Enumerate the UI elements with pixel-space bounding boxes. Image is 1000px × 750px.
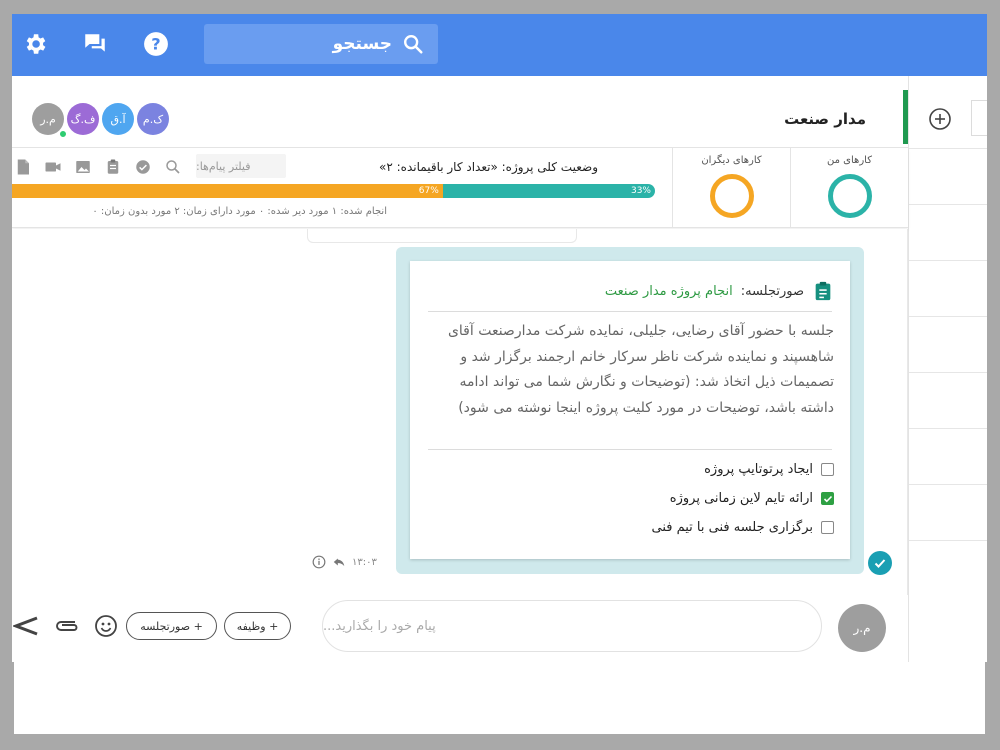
todo-item[interactable]: برگزاری جلسه فنی با تیم فنی bbox=[651, 520, 834, 535]
overall-status: وضعیت کلی پروژه: «تعداد کار باقیمانده: ۲… bbox=[379, 160, 598, 174]
message-input[interactable]: پیام خود را بگذارید... bbox=[322, 600, 822, 652]
image-icon[interactable] bbox=[74, 158, 92, 176]
todo-label: ایجاد پرتوتایپ پروژه bbox=[704, 462, 813, 477]
add-icon[interactable] bbox=[928, 107, 952, 131]
chat-icon[interactable] bbox=[81, 30, 109, 58]
emoji-icon[interactable] bbox=[93, 613, 119, 639]
avatar: م.ر bbox=[838, 604, 886, 652]
project-progress-bar: 67% 33% bbox=[12, 184, 655, 198]
message-meta: ۱۳:۰۳ bbox=[312, 555, 377, 569]
page-bottom-area bbox=[14, 662, 985, 734]
card-header: صورتجلسه: انجام پروژه مدار صنعت bbox=[605, 279, 834, 303]
reply-icon[interactable] bbox=[332, 555, 346, 569]
others-tasks-label: کارهای دیگران bbox=[701, 155, 762, 166]
previous-message-edge bbox=[307, 229, 577, 243]
add-task-button[interactable]: + وظیفه bbox=[224, 612, 291, 640]
avatar[interactable]: ک.م bbox=[137, 103, 169, 135]
rail-item[interactable] bbox=[971, 100, 987, 136]
gear-icon[interactable] bbox=[21, 30, 49, 58]
help-icon[interactable]: ? bbox=[142, 30, 170, 58]
check-circle-icon[interactable] bbox=[134, 158, 152, 176]
divider bbox=[428, 449, 832, 450]
message-filter-input[interactable]: فیلتر پیام‌ها: bbox=[196, 154, 286, 178]
task-counts: انجام شده: ۱ مورد دیر شده: ۰ مورد دارای … bbox=[92, 206, 387, 217]
clipboard-icon[interactable] bbox=[104, 158, 122, 176]
minutes-label: صورتجلسه: bbox=[740, 283, 804, 299]
message-composer: پیام خود را بگذارید... م.ر + وظیفه + صور… bbox=[12, 595, 908, 662]
search-icon[interactable] bbox=[164, 158, 182, 176]
my-tasks-ring bbox=[828, 174, 872, 218]
online-status-dot bbox=[59, 130, 67, 138]
todo-item[interactable]: ارائه تایم لاین زمانی پروژه bbox=[670, 491, 834, 506]
checkbox[interactable] bbox=[821, 463, 834, 476]
svg-text:?: ? bbox=[151, 34, 160, 53]
remaining-progress: 67% bbox=[12, 184, 443, 198]
avatar[interactable]: آ.ق bbox=[102, 103, 134, 135]
search-box[interactable]: جستجو bbox=[204, 24, 438, 64]
others-tasks-ring bbox=[710, 174, 754, 218]
check-icon bbox=[823, 495, 832, 502]
my-tasks-label: کارهای من bbox=[827, 155, 872, 166]
project-title: مدار صنعت bbox=[784, 110, 866, 128]
active-indicator bbox=[903, 90, 908, 144]
todo-item[interactable]: ایجاد پرتوتایپ پروژه bbox=[704, 462, 834, 477]
checkbox[interactable] bbox=[821, 521, 834, 534]
message-time: ۱۳:۰۳ bbox=[352, 556, 377, 568]
clipboard-icon bbox=[815, 281, 831, 301]
app-window: ? جستجو م.ر ف.گ آ.ق ک.م مدار صنعت کارهای… bbox=[12, 14, 987, 662]
search-icon bbox=[404, 35, 423, 54]
file-icon[interactable] bbox=[14, 158, 32, 176]
search-label: جستجو bbox=[332, 34, 392, 54]
avatar[interactable]: ف.گ bbox=[67, 103, 99, 135]
video-icon[interactable] bbox=[44, 158, 62, 176]
completed-progress: 33% bbox=[442, 184, 655, 198]
checkbox-checked[interactable] bbox=[821, 492, 834, 505]
minutes-title: انجام پروژه مدار صنعت bbox=[604, 283, 733, 299]
todo-label: برگزاری جلسه فنی با تیم فنی bbox=[651, 520, 813, 535]
info-icon[interactable] bbox=[312, 555, 326, 569]
todo-label: ارائه تایم لاین زمانی پروژه bbox=[669, 491, 813, 506]
divider bbox=[428, 311, 832, 312]
send-icon[interactable] bbox=[13, 613, 39, 639]
project-header: م.ر ف.گ آ.ق ک.م مدار صنعت bbox=[12, 90, 908, 148]
my-tasks[interactable]: کارهای من bbox=[790, 148, 908, 228]
sent-check-icon bbox=[868, 551, 892, 575]
right-rail bbox=[908, 76, 987, 662]
attach-icon[interactable] bbox=[53, 613, 79, 639]
others-tasks[interactable]: کارهای دیگران bbox=[672, 148, 790, 228]
meeting-minutes-card[interactable]: صورتجلسه: انجام پروژه مدار صنعت جلسه با … bbox=[410, 261, 850, 559]
add-minutes-button[interactable]: + صورتجلسه bbox=[126, 612, 217, 640]
top-bar: ? جستجو bbox=[12, 14, 987, 76]
minutes-body: جلسه با حضور آقای رضایی، جلیلی، نمایده ش… bbox=[447, 323, 834, 416]
